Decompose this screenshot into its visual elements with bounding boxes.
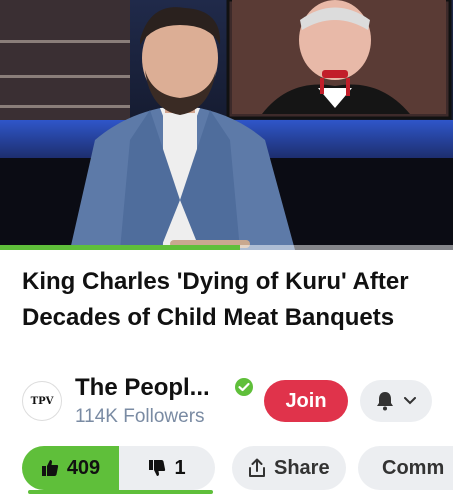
- share-button[interactable]: Share: [232, 446, 346, 490]
- channel-avatar[interactable]: TPV: [22, 381, 62, 421]
- notification-bell-button[interactable]: [360, 380, 432, 422]
- like-count: 409: [66, 456, 101, 479]
- join-label: Join: [285, 389, 327, 412]
- like-ratio-bar: [28, 490, 213, 494]
- follower-count: 114K Followers: [75, 406, 205, 427]
- video-title: King Charles 'Dying of Kuru' After Decad…: [22, 268, 409, 331]
- share-icon: [249, 458, 265, 477]
- comment-label: Comm: [382, 456, 445, 479]
- video-thumbnail[interactable]: [0, 0, 453, 250]
- like-button[interactable]: 409: [22, 446, 119, 490]
- bell-icon: [377, 392, 393, 411]
- thumbs-down-icon: [149, 460, 166, 476]
- join-button[interactable]: Join: [264, 380, 348, 422]
- channel-name[interactable]: The Peopl...: [75, 374, 210, 402]
- rating-group: 409 1: [22, 446, 215, 490]
- dislike-button[interactable]: 1: [119, 446, 215, 490]
- dislike-count: 1: [174, 456, 186, 479]
- playback-progress-fill: [0, 245, 240, 250]
- video-frame-illustration: [0, 0, 453, 250]
- channel-logo-text: TPV: [30, 395, 54, 407]
- comment-button[interactable]: Comm: [358, 446, 453, 490]
- thumbs-up-icon: [41, 460, 58, 476]
- verified-check-icon: [235, 378, 253, 396]
- chevron-down-icon: [404, 397, 416, 405]
- share-label: Share: [274, 456, 330, 479]
